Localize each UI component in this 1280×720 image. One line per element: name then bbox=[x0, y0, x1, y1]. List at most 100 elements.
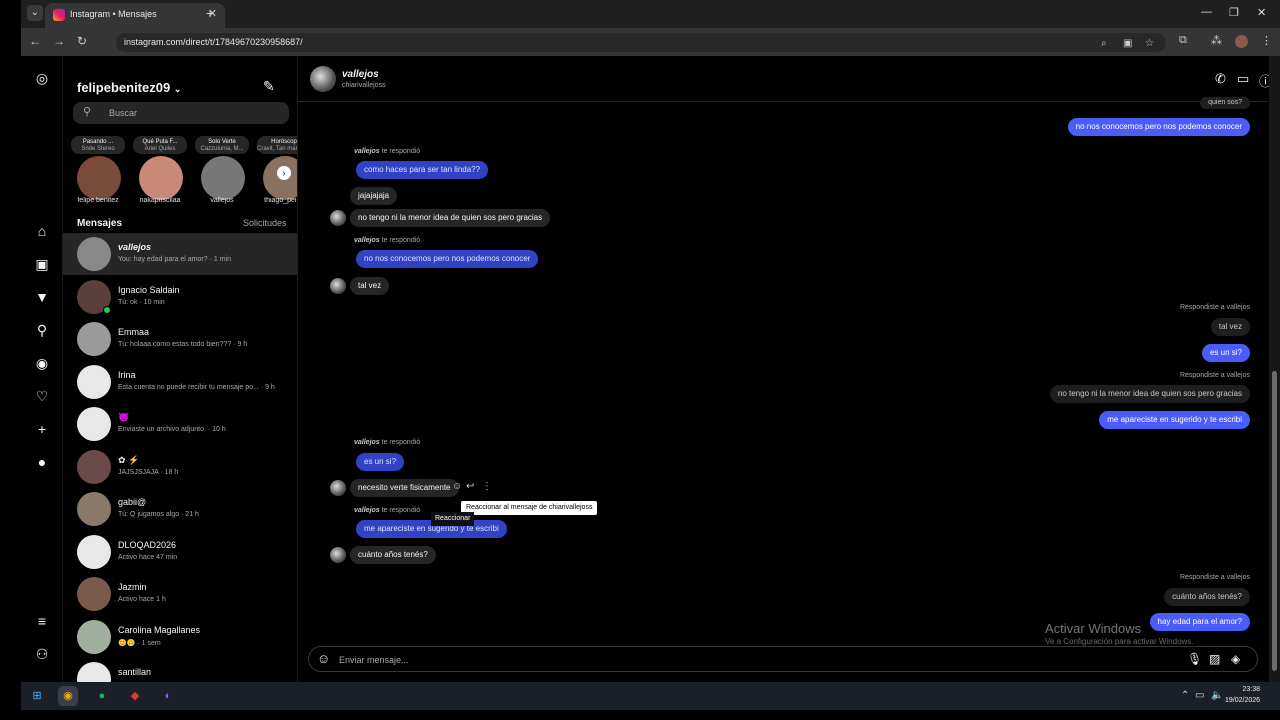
message-in[interactable]: tal vez bbox=[350, 277, 390, 295]
react-emoji-icon[interactable]: ☺ bbox=[452, 481, 462, 492]
chat-handle: chiarivallejoss bbox=[342, 82, 386, 89]
windows-start-icon[interactable]: ⊞ bbox=[27, 686, 47, 706]
more-menu-icon[interactable]: ≡ bbox=[34, 613, 50, 629]
avatar bbox=[77, 662, 111, 682]
conversation-item[interactable]: DLOQAD2026 Activo hace 47 min bbox=[63, 531, 297, 573]
note-text: Horóscop bbox=[271, 139, 297, 145]
cast-icon[interactable]: ▣ bbox=[1123, 38, 1132, 49]
profile-avatar[interactable] bbox=[1235, 35, 1248, 48]
quoted-message: cuánto años tenés? bbox=[1164, 588, 1250, 606]
address-bar[interactable]: instagram.com/direct/t/17849670230958687… bbox=[116, 33, 1166, 52]
more-options-icon[interactable]: ⋮ bbox=[482, 481, 492, 492]
image-icon[interactable]: ▨ bbox=[1209, 652, 1220, 666]
message-out[interactable]: me apareciste en sugerido y te escribi bbox=[1099, 411, 1250, 429]
sender-avatar[interactable] bbox=[330, 210, 346, 226]
conversation-item[interactable]: Irina Esta cuenta no puede recibir tu men… bbox=[63, 361, 297, 403]
reload-icon[interactable]: ↻ bbox=[77, 34, 87, 48]
threads-icon[interactable]: ⚇ bbox=[34, 646, 50, 662]
note-subtext: Ariel Quiles bbox=[144, 146, 176, 152]
network-icon[interactable]: ▭ bbox=[1195, 690, 1204, 701]
create-icon[interactable]: + bbox=[34, 421, 50, 437]
back-icon[interactable]: ← bbox=[29, 34, 41, 48]
profile-icon[interactable]: ● bbox=[34, 454, 50, 470]
forward-icon[interactable]: → bbox=[53, 34, 65, 48]
online-indicator bbox=[103, 305, 111, 314]
chrome-icon[interactable]: ◉ bbox=[58, 686, 78, 706]
conversation-item[interactable]: Emmaa Tú: holaaa como estas todo bien??? … bbox=[63, 318, 297, 360]
conversation-item[interactable]: ✿ ⚡ JAJSJSJAJA · 18 h bbox=[63, 446, 297, 488]
messages-icon[interactable]: ▼ bbox=[34, 289, 50, 305]
quoted-message: como haces para ser tan linda?? bbox=[356, 161, 489, 179]
close-window-icon[interactable]: ✕ bbox=[1257, 6, 1266, 19]
conversation-preview: Esta cuenta no puede recibir tu mensaje … bbox=[118, 383, 275, 391]
volume-icon[interactable]: 🔈 bbox=[1211, 690, 1223, 701]
extensions-icon[interactable]: ⧉ bbox=[1179, 34, 1187, 47]
conversation-preview: Enviaste un archivo adjunto. · 10 h bbox=[118, 426, 226, 433]
conversation-name: DLOQAD2026 bbox=[118, 539, 177, 550]
message-in[interactable]: cuánto años tenés? bbox=[350, 546, 436, 564]
heart-icon[interactable]: ♡ bbox=[34, 388, 50, 404]
conversation-item[interactable]: Ignacio Saldain Tú: ok · 10 min bbox=[63, 276, 297, 318]
sticker-icon[interactable]: ◈ bbox=[1231, 652, 1240, 666]
avatar bbox=[139, 156, 183, 200]
compose-icon[interactable]: ✎ bbox=[263, 78, 275, 95]
instagram-app: ◎ ⌂ ▣ ▼ ⚲ ◉ ♡ + ● ≡ ⚇ felipebenitez09 ⌄ … bbox=[21, 56, 1280, 682]
message-in[interactable]: no tengo ni la menor idea de quien sos p… bbox=[350, 209, 551, 227]
video-call-icon[interactable]: ▭ bbox=[1237, 71, 1249, 87]
emoji-icon[interactable]: ☺ bbox=[317, 651, 330, 666]
conversation-item[interactable]: vallejos You: hay edad para el amor? · 1 … bbox=[63, 233, 297, 275]
translate-icon[interactable]: ⁂ bbox=[1211, 34, 1222, 47]
browser-tab[interactable]: Instagram • Mensajes ✕ bbox=[45, 3, 225, 28]
browser-menu-icon[interactable]: ⋮ bbox=[1261, 34, 1272, 47]
instagram-logo-icon[interactable]: ◎ bbox=[34, 70, 50, 86]
conversation-name: ✿ ⚡ bbox=[118, 454, 140, 465]
restore-icon[interactable]: ❐ bbox=[1229, 6, 1239, 19]
conversation-item[interactable]: gabii@ Tú: Q jugamos algo · 21 h bbox=[63, 488, 297, 530]
account-switcher[interactable]: felipebenitez09 ⌄ bbox=[77, 80, 181, 95]
tray-chevron-icon[interactable]: ⌃ bbox=[1181, 690, 1189, 701]
chat-panel: vallejos chiarivallejoss ✆ ▭ ⓘ quien sos… bbox=[298, 56, 1272, 682]
clock[interactable]: 23:38 19/02/2026 bbox=[1225, 684, 1260, 706]
reply-icon[interactable]: ↩ bbox=[466, 481, 474, 492]
search-input[interactable]: ⚲ Buscar bbox=[73, 102, 289, 124]
bookmark-star-icon[interactable]: ☆ bbox=[1145, 38, 1154, 49]
spotify-icon[interactable]: ● bbox=[92, 686, 112, 706]
reels-icon[interactable]: ▣ bbox=[34, 256, 50, 272]
search-icon[interactable]: ⚲ bbox=[34, 322, 50, 338]
chat-avatar[interactable] bbox=[310, 66, 336, 92]
sender-avatar[interactable] bbox=[330, 480, 346, 496]
phone-icon[interactable]: ✆ bbox=[1215, 71, 1226, 87]
reply-label: vallejos te respondió bbox=[354, 237, 421, 244]
quoted-message: tal vez bbox=[1210, 318, 1250, 336]
scrollbar-thumb[interactable] bbox=[1272, 371, 1277, 671]
home-icon[interactable]: ⌂ bbox=[34, 223, 50, 239]
minimize-icon[interactable]: — bbox=[1201, 6, 1212, 18]
conversation-item[interactable]: Jazmin Activo hace 1 h bbox=[63, 573, 297, 615]
zoom-icon[interactable]: ⌕ bbox=[1101, 38, 1107, 49]
message-composer[interactable]: ☺ Enviar mensaje... 🎙 ▨ ◈ bbox=[308, 646, 1258, 672]
conversation-item[interactable]: Carolina Magallanes 😊🙃 · 1 sem bbox=[63, 616, 297, 658]
message-in[interactable]: jajajajaja bbox=[350, 187, 398, 205]
conversation-preview: Activo hace 1 h bbox=[118, 596, 166, 603]
page-scrollbar[interactable] bbox=[1269, 56, 1280, 682]
new-tab-icon[interactable]: + bbox=[206, 5, 214, 21]
chat-name[interactable]: vallejos bbox=[342, 69, 379, 80]
conversation-item[interactable]: 😈 Enviaste un archivo adjunto. · 10 h bbox=[63, 403, 297, 445]
message-out[interactable]: no nos conocemos pero nos podemos conoce… bbox=[1067, 118, 1250, 136]
explore-icon[interactable]: ◉ bbox=[34, 355, 50, 371]
conversation-item[interactable]: santillan bbox=[63, 658, 297, 682]
note-subtext: Cazzulunia, M... bbox=[200, 146, 244, 152]
tab-search-icon[interactable]: ⌄ bbox=[27, 5, 43, 21]
message-out[interactable]: es un si? bbox=[1201, 344, 1250, 362]
microphone-icon[interactable]: 🎙 bbox=[1187, 652, 1202, 666]
roblox-icon[interactable]: ◆ bbox=[125, 686, 145, 706]
notes-next-icon[interactable]: › bbox=[277, 166, 291, 180]
message-out[interactable]: hay edad para el amor? bbox=[1149, 613, 1250, 631]
discord-icon[interactable]: ◐ bbox=[158, 686, 178, 706]
sender-avatar[interactable] bbox=[330, 547, 346, 563]
sender-avatar[interactable] bbox=[330, 278, 346, 294]
requests-link[interactable]: Solicitudes bbox=[243, 218, 287, 228]
message-in[interactable]: necesito verte fisicamente bbox=[350, 479, 459, 497]
conversation-name: gabii@ bbox=[118, 497, 147, 507]
note-text: Pasando ... bbox=[82, 139, 114, 145]
